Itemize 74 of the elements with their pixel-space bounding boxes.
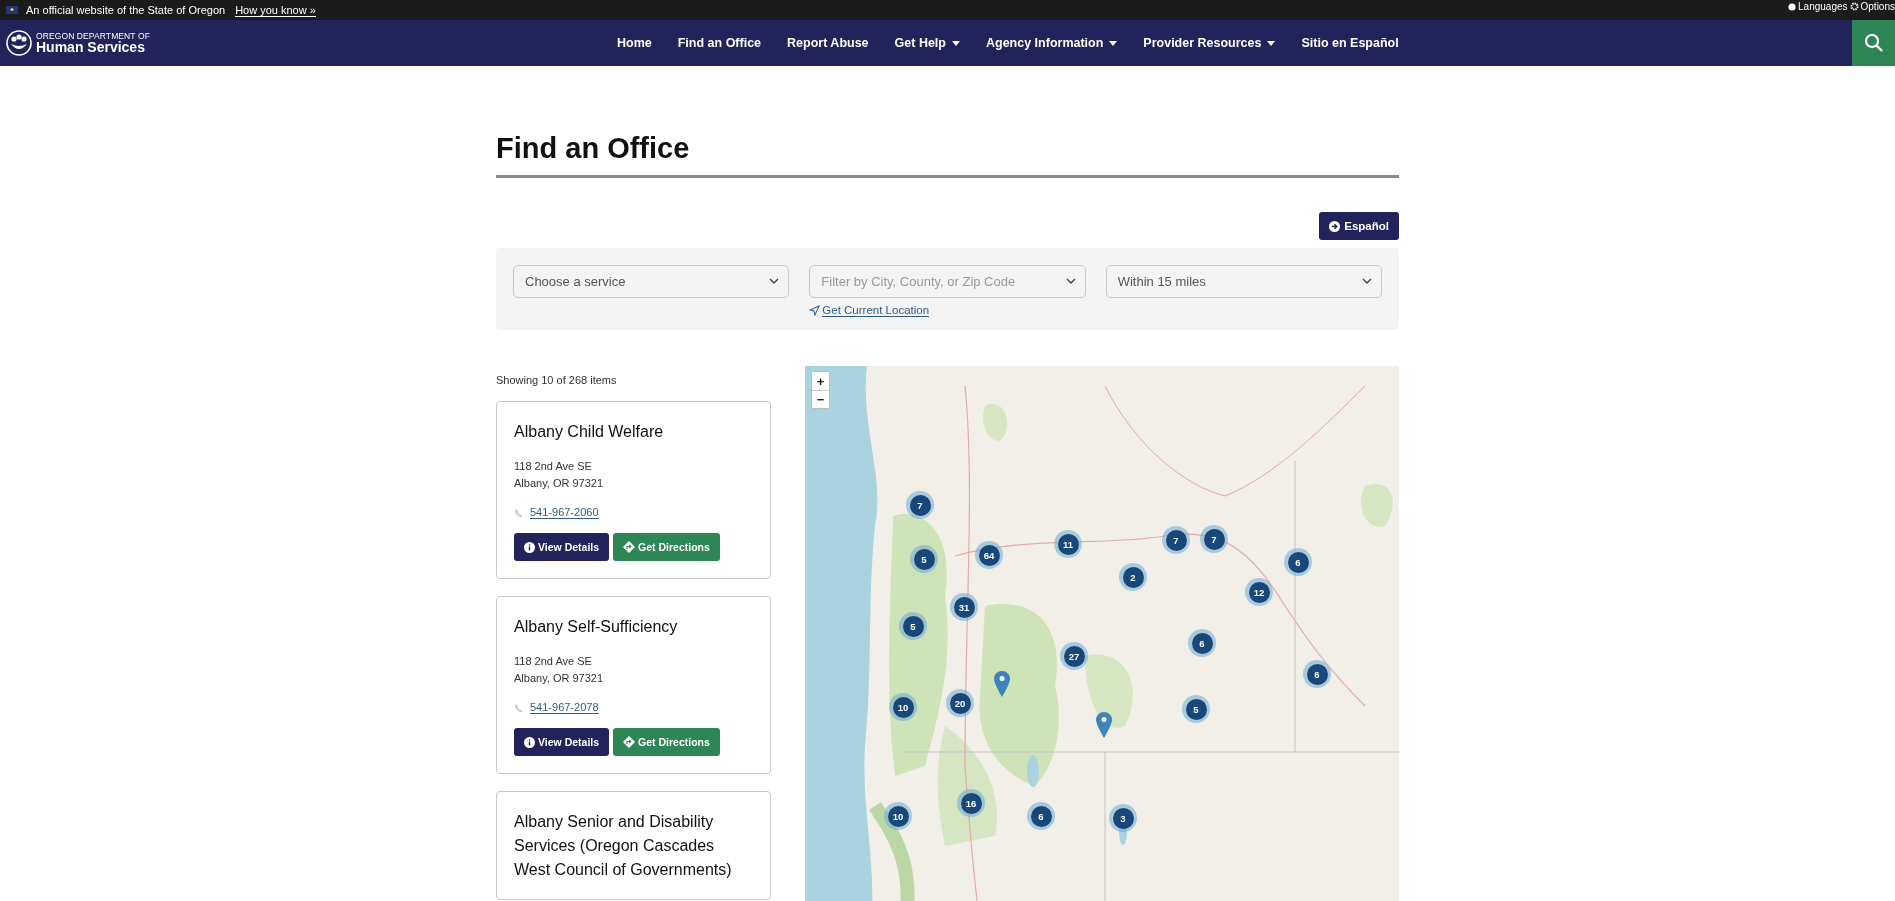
gear-icon	[1849, 2, 1859, 11]
cluster-marker[interactable]: 7	[906, 491, 934, 519]
office-address: 118 2nd Ave SE	[514, 459, 593, 474]
cluster-marker[interactable]: 27	[1060, 642, 1088, 670]
cluster-marker[interactable]: 5	[899, 612, 927, 640]
phone-link[interactable]: 541-967-2078	[530, 701, 599, 714]
office-name: Albany Senior and Disability Services (Oregon Cascades West Council of Governments)	[514, 812, 733, 880]
nav-link[interactable]: Find an Office	[664, 36, 775, 50]
phone-icon	[514, 507, 524, 518]
nav-link[interactable]: Home	[604, 36, 665, 50]
office-city: Albany, OR 97321	[514, 671, 605, 686]
phone-icon	[514, 702, 524, 713]
office-address: 118 2nd Ave SE	[514, 654, 593, 669]
view-details-button[interactable]: View Details	[514, 533, 610, 561]
cluster-marker[interactable]: 20	[946, 689, 974, 717]
cluster-marker[interactable]: 16	[957, 789, 985, 817]
languages-link[interactable]: Languages	[1788, 1, 1848, 12]
logo-title: Human Services	[36, 40, 146, 55]
get-directions-button[interactable]: Get Directions	[613, 533, 720, 561]
nav-link[interactable]: Get Help	[881, 36, 973, 50]
office-city: Albany, OR 97321	[514, 476, 605, 491]
map-pin-icon[interactable]	[1096, 712, 1112, 738]
cluster-marker[interactable]: 12	[1245, 578, 1273, 606]
filter-select[interactable]: Within 15 miles	[1105, 265, 1382, 298]
nav-link[interactable]: Agency Information	[973, 36, 1131, 50]
chevron-icon	[1362, 278, 1372, 284]
cluster-marker[interactable]: 11	[1054, 530, 1082, 558]
cluster-marker[interactable]: 10	[884, 802, 912, 830]
get-directions-button[interactable]: Get Directions	[613, 728, 720, 756]
flag-icon	[6, 6, 18, 14]
cluster-marker[interactable]: 31	[950, 593, 978, 621]
cluster-marker[interactable]: 6	[1027, 802, 1055, 830]
agency-logo[interactable]: OREGON DEPARTMENT OF Human Services	[0, 30, 604, 56]
cluster-marker[interactable]: 7	[1200, 525, 1228, 553]
search-button[interactable]	[1852, 20, 1895, 66]
view-details-button[interactable]: View Details	[514, 728, 610, 756]
arrow-circle-icon	[1329, 220, 1341, 232]
people-circle-icon	[6, 30, 32, 56]
logo-subtitle: OREGON DEPARTMENT OF	[36, 31, 150, 41]
location-field[interactable]: Filter by City, County, or Zip Code	[809, 265, 1086, 298]
results-count: Showing 10 of 268 items	[496, 374, 618, 386]
how-you-know-link[interactable]: How you know »	[235, 3, 316, 17]
phone-link[interactable]: 541-967-2060	[530, 506, 599, 519]
cluster-marker[interactable]: 6	[1188, 629, 1216, 657]
cluster-marker[interactable]: 6	[1284, 548, 1312, 576]
cluster-marker[interactable]: 64	[975, 541, 1003, 569]
office-name: Albany Child Welfare	[514, 422, 665, 442]
page-title: Find an Office	[496, 132, 1399, 178]
cluster-marker[interactable]: 7	[1162, 526, 1190, 554]
options-link[interactable]: Options	[1849, 1, 1895, 12]
nav-link[interactable]: Report Abuse	[774, 36, 882, 50]
official-site-text: An official website of the State of Oregon	[26, 4, 226, 16]
map-pin-icon[interactable]	[994, 671, 1010, 697]
cluster-marker[interactable]: 5	[1182, 695, 1210, 723]
chevron-icon	[1065, 278, 1076, 284]
nav-link[interactable]: Sitio en Español	[1288, 36, 1412, 50]
cluster-marker[interactable]: 2	[1119, 563, 1147, 591]
chevron-icon	[769, 278, 780, 284]
cluster-marker[interactable]: 10	[889, 693, 917, 721]
filter-select[interactable]: Choose a service	[513, 265, 790, 298]
info-icon	[524, 541, 535, 553]
cluster-marker[interactable]: 6	[1303, 660, 1331, 688]
cluster-marker[interactable]: 5	[910, 545, 938, 573]
language-button[interactable]: Español	[1319, 212, 1399, 240]
search-icon	[1863, 33, 1884, 53]
directions-icon	[623, 736, 636, 748]
current-location-link[interactable]: Get Current Location	[809, 304, 930, 317]
directions-icon	[623, 541, 636, 553]
office-name: Albany Self-Sufficiency	[514, 617, 679, 637]
info-icon	[524, 736, 535, 748]
nav-link[interactable]: Provider Resources	[1130, 36, 1289, 50]
zoom-out-button[interactable]: −	[812, 390, 829, 408]
cluster-marker[interactable]: 3	[1109, 804, 1137, 832]
navigation-arrow-icon	[809, 305, 821, 316]
